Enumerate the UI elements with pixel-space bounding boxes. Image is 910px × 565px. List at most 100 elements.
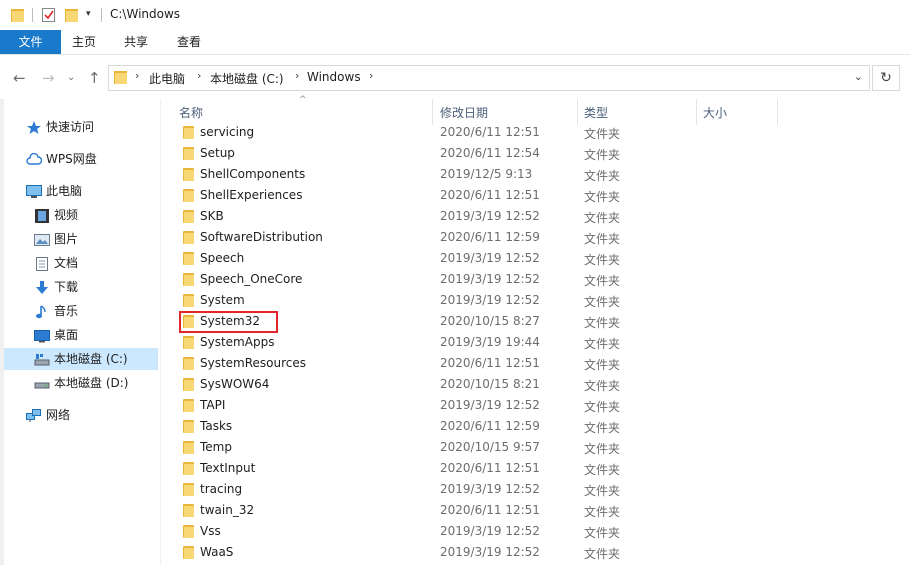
file-modified-date: 2019/3/19 19:44 bbox=[440, 335, 540, 349]
file-name[interactable]: WaaS bbox=[200, 545, 233, 559]
file-type: 文件夹 bbox=[584, 442, 621, 456]
network-icon bbox=[26, 408, 42, 422]
file-row[interactable]: SoftwareDistribution 2020/6/11 12:59 文件夹 bbox=[161, 227, 910, 248]
file-name[interactable]: SKB bbox=[200, 209, 224, 223]
nav-scrollbar[interactable] bbox=[0, 99, 4, 565]
file-row[interactable]: SKB 2019/3/19 12:52 文件夹 bbox=[161, 206, 910, 227]
nav-item-videos[interactable]: 视频 bbox=[34, 204, 78, 226]
file-row[interactable]: System 2019/3/19 12:52 文件夹 bbox=[161, 290, 910, 311]
up-arrow-icon[interactable]: ↑ bbox=[88, 69, 101, 87]
nav-item-desktop[interactable]: 桌面 bbox=[34, 324, 78, 346]
breadcrumb-separator-icon[interactable]: › bbox=[197, 69, 201, 82]
back-arrow-icon[interactable]: ← bbox=[13, 69, 26, 87]
navigation-pane: 快速访问 WPS网盘 此电脑 视频 图片 文档 下载 音乐 桌面 本地磁盘 (C… bbox=[0, 99, 160, 565]
file-name[interactable]: tracing bbox=[200, 482, 242, 496]
file-name[interactable]: SoftwareDistribution bbox=[200, 230, 323, 244]
file-row[interactable]: twain_32 2020/6/11 12:51 文件夹 bbox=[161, 500, 910, 521]
file-row[interactable]: Speech 2019/3/19 12:52 文件夹 bbox=[161, 248, 910, 269]
file-type: 文件夹 bbox=[584, 421, 621, 435]
nav-item-label: 桌面 bbox=[54, 328, 79, 342]
tab-view[interactable]: 查看 bbox=[163, 30, 215, 54]
nav-item-this-pc[interactable]: 此电脑 bbox=[26, 180, 82, 202]
file-row[interactable]: ShellComponents 2019/12/5 9:13 文件夹 bbox=[161, 164, 910, 185]
file-name[interactable]: SysWOW64 bbox=[200, 377, 269, 391]
tab-home[interactable]: 主页 bbox=[58, 30, 110, 54]
new-folder-icon[interactable] bbox=[65, 7, 79, 26]
file-name[interactable]: ShellComponents bbox=[200, 167, 305, 181]
folder-icon bbox=[183, 168, 194, 181]
file-modified-date: 2019/3/19 12:52 bbox=[440, 209, 540, 223]
breadcrumb-separator-icon[interactable]: › bbox=[135, 69, 139, 82]
file-modified-date: 2020/6/11 12:51 bbox=[440, 503, 540, 517]
column-header-date[interactable]: 修改日期 bbox=[440, 104, 488, 121]
nav-item-network[interactable]: 网络 bbox=[26, 404, 70, 426]
folder-icon bbox=[183, 441, 194, 454]
file-name[interactable]: ShellExperiences bbox=[200, 188, 302, 202]
breadcrumb-this-pc[interactable]: 此电脑 bbox=[149, 70, 185, 87]
file-row[interactable]: TextInput 2020/6/11 12:51 文件夹 bbox=[161, 458, 910, 479]
folder-icon bbox=[183, 294, 194, 307]
folder-icon[interactable] bbox=[11, 7, 25, 26]
nav-item-downloads[interactable]: 下载 bbox=[34, 276, 78, 298]
properties-icon[interactable] bbox=[42, 7, 56, 26]
file-row[interactable]: tracing 2019/3/19 12:52 文件夹 bbox=[161, 479, 910, 500]
file-name[interactable]: Temp bbox=[200, 440, 232, 454]
file-name[interactable]: Vss bbox=[200, 524, 221, 538]
nav-item-quick-access[interactable]: 快速访问 bbox=[26, 116, 94, 138]
file-row[interactable]: Speech_OneCore 2019/3/19 12:52 文件夹 bbox=[161, 269, 910, 290]
file-name[interactable]: SystemApps bbox=[200, 335, 274, 349]
file-name[interactable]: Tasks bbox=[200, 419, 232, 433]
nav-item-label: 快速访问 bbox=[46, 120, 95, 134]
folder-icon bbox=[114, 70, 128, 89]
file-type: 文件夹 bbox=[584, 379, 621, 393]
tab-file[interactable]: 文件 bbox=[0, 30, 61, 54]
breadcrumb-separator-icon[interactable]: › bbox=[295, 69, 299, 82]
file-name[interactable]: Speech_OneCore bbox=[200, 272, 302, 286]
file-type: 文件夹 bbox=[584, 190, 621, 204]
file-modified-date: 2019/3/19 12:52 bbox=[440, 545, 540, 559]
nav-item-music[interactable]: 音乐 bbox=[34, 300, 78, 322]
file-name[interactable]: TextInput bbox=[200, 461, 255, 475]
address-bar[interactable]: › 此电脑 › 本地磁盘 (C:) › Windows › ⌄ bbox=[108, 65, 870, 91]
file-type: 文件夹 bbox=[584, 169, 621, 183]
forward-arrow-icon[interactable]: → bbox=[42, 69, 55, 87]
file-modified-date: 2019/12/5 9:13 bbox=[440, 167, 533, 181]
nav-item-drive-d[interactable]: 本地磁盘 (D:) bbox=[34, 372, 128, 394]
file-type: 文件夹 bbox=[584, 337, 621, 351]
file-row[interactable]: WaaS 2019/3/19 12:52 文件夹 bbox=[161, 542, 910, 563]
breadcrumb-drive-c[interactable]: 本地磁盘 (C:) bbox=[210, 70, 284, 87]
file-name[interactable]: Speech bbox=[200, 251, 244, 265]
file-name[interactable]: TAPI bbox=[200, 398, 225, 412]
column-header-size[interactable]: 大小 bbox=[703, 104, 727, 121]
file-row[interactable]: ShellExperiences 2020/6/11 12:51 文件夹 bbox=[161, 185, 910, 206]
refresh-icon[interactable]: ↻ bbox=[872, 65, 900, 91]
address-dropdown-chevron-icon[interactable]: ⌄ bbox=[854, 70, 863, 83]
nav-item-drive-c[interactable]: 本地磁盘 (C:) bbox=[4, 348, 158, 370]
file-name[interactable]: Setup bbox=[200, 146, 235, 160]
nav-item-pictures[interactable]: 图片 bbox=[34, 228, 78, 250]
file-row[interactable]: TAPI 2019/3/19 12:52 文件夹 bbox=[161, 395, 910, 416]
tab-share[interactable]: 共享 bbox=[110, 30, 162, 54]
recent-locations-chevron-icon[interactable]: ⌄ bbox=[67, 72, 75, 83]
file-row[interactable]: Tasks 2020/6/11 12:59 文件夹 bbox=[161, 416, 910, 437]
file-row[interactable]: servicing 2020/6/11 12:51 文件夹 bbox=[161, 122, 910, 143]
nav-item-wps-drive[interactable]: WPS网盘 bbox=[26, 148, 97, 170]
file-row[interactable]: SystemResources 2020/6/11 12:51 文件夹 bbox=[161, 353, 910, 374]
file-name[interactable]: servicing bbox=[200, 125, 254, 139]
chevron-down-icon[interactable]: ▾ bbox=[86, 9, 91, 19]
column-header-type[interactable]: 类型 bbox=[584, 104, 608, 121]
file-row[interactable]: Temp 2020/10/15 9:57 文件夹 bbox=[161, 437, 910, 458]
nav-item-documents[interactable]: 文档 bbox=[34, 252, 78, 274]
file-row[interactable]: SysWOW64 2020/10/15 8:21 文件夹 bbox=[161, 374, 910, 395]
file-name[interactable]: twain_32 bbox=[200, 503, 254, 517]
file-row[interactable]: Setup 2020/6/11 12:54 文件夹 bbox=[161, 143, 910, 164]
file-name[interactable]: SystemResources bbox=[200, 356, 306, 370]
breadcrumb-separator-icon[interactable]: › bbox=[369, 69, 373, 82]
file-row[interactable]: Vss 2019/3/19 12:52 文件夹 bbox=[161, 521, 910, 542]
file-row[interactable]: SystemApps 2019/3/19 19:44 文件夹 bbox=[161, 332, 910, 353]
file-name[interactable]: System bbox=[200, 293, 245, 307]
folder-icon bbox=[183, 525, 194, 538]
file-modified-date: 2020/10/15 8:21 bbox=[440, 377, 540, 391]
breadcrumb-windows[interactable]: Windows bbox=[307, 70, 361, 84]
column-header-name[interactable]: 名称 bbox=[179, 104, 203, 121]
